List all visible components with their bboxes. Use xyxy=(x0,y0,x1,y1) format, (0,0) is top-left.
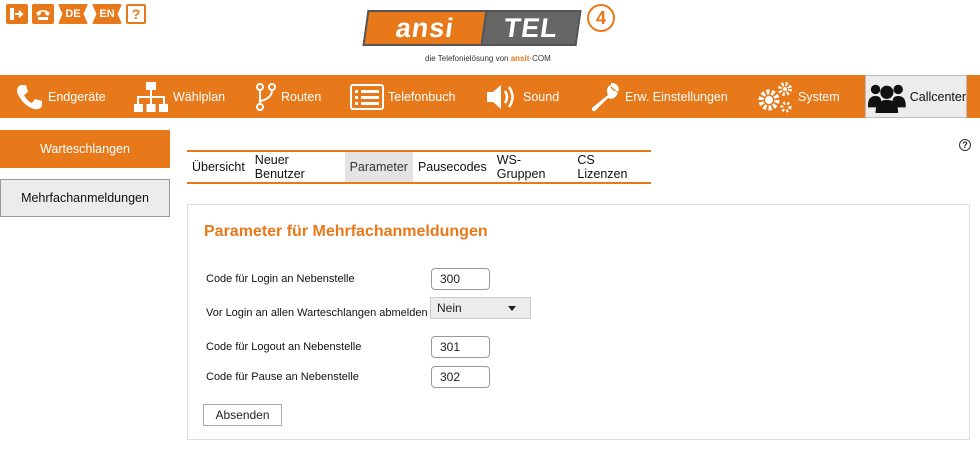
tab-neuer-benutzer[interactable]: Neuer Benutzer xyxy=(250,152,345,182)
main-navigation: Endgeräte Wählplan Routen Telefonbuch So… xyxy=(0,75,980,118)
ansitel-logo: ansi TEL 4 die Telefonielösung von ansit… xyxy=(362,4,615,63)
help-icon[interactable]: ? xyxy=(126,4,146,24)
list-icon xyxy=(350,83,384,110)
tab-pausecodes[interactable]: Pausecodes xyxy=(413,152,492,182)
logo-part2: TEL xyxy=(480,10,582,46)
logout-code-input[interactable]: 301 xyxy=(431,336,490,358)
hangup-icon[interactable] xyxy=(32,4,54,24)
logo-version: 4 xyxy=(587,4,615,32)
nav-callcenter[interactable]: Callcenter xyxy=(865,75,967,118)
nav-telefonbuch[interactable]: Telefonbuch xyxy=(350,75,455,118)
route-icon xyxy=(256,82,276,111)
logout-code-label: Code für Logout an Nebenstelle xyxy=(206,341,362,353)
nav-sound[interactable]: Sound xyxy=(485,75,559,118)
page-help-icon[interactable]: ? xyxy=(959,139,971,151)
logout-all-value: Nein xyxy=(437,301,462,315)
logout-all-select[interactable]: Nein xyxy=(430,297,531,319)
pause-code-label: Code für Pause an Nebenstelle xyxy=(206,371,359,383)
panel-title: Parameter für Mehrfachanmeldungen xyxy=(204,223,488,240)
tab-ws-gruppen[interactable]: WS-Gruppen xyxy=(492,152,573,182)
sidebar-item-warteschlangen[interactable]: Warteschlangen xyxy=(0,130,170,168)
logout-all-label: Vor Login an allen Warteschlangen abmeld… xyxy=(206,307,428,319)
nav-label: Erw. Einstellungen xyxy=(625,89,728,104)
speaker-icon xyxy=(487,84,514,109)
parameter-panel: Parameter für Mehrfachanmeldungen Code f… xyxy=(187,204,970,440)
logo-subtitle-brand: ansit xyxy=(510,54,530,63)
top-left-toolbar: DE EN ? xyxy=(6,4,146,24)
lang-en-button[interactable]: EN xyxy=(92,4,122,24)
login-code-label: Code für Login an Nebenstelle xyxy=(206,273,355,285)
nav-label: Routen xyxy=(281,89,322,104)
tab-bar: Übersicht Neuer Benutzer Parameter Pause… xyxy=(187,150,651,184)
nav-label: System xyxy=(798,89,840,104)
nav-routen[interactable]: Routen xyxy=(255,75,321,118)
tab-cs-lizenzen[interactable]: CS Lizenzen xyxy=(572,152,651,182)
nav-label: Sound xyxy=(523,89,560,104)
submit-button[interactable]: Absenden xyxy=(203,404,282,426)
hierarchy-icon xyxy=(134,81,168,112)
nav-endgeraete[interactable]: Endgeräte xyxy=(14,75,106,118)
logout-icon[interactable] xyxy=(6,4,28,24)
nav-label: Wählplan xyxy=(173,89,226,104)
chevron-down-icon xyxy=(508,306,516,311)
logo-subtitle-prefix: die Telefonielösung von xyxy=(425,54,509,63)
nav-label: Telefonbuch xyxy=(388,89,456,104)
logo-subtitle-suffix: COM xyxy=(532,54,551,63)
nav-system[interactable]: System xyxy=(756,75,840,118)
phone-icon xyxy=(17,84,42,109)
lang-de-button[interactable]: DE xyxy=(58,4,88,24)
sidebar-item-mehrfachanmeldungen[interactable]: Mehrfachanmeldungen xyxy=(0,179,170,217)
wrench-icon xyxy=(592,82,619,111)
logo-subtitle: die Telefonielösung von ansit·COM xyxy=(425,54,551,63)
tab-uebersicht[interactable]: Übersicht xyxy=(187,152,250,182)
gears-icon xyxy=(758,81,792,112)
nav-label: Callcenter xyxy=(909,89,966,104)
login-code-input[interactable]: 300 xyxy=(431,268,490,290)
nav-erw-einstellungen[interactable]: Erw. Einstellungen xyxy=(589,75,728,118)
nav-label: Endgeräte xyxy=(48,89,106,104)
pause-code-input[interactable]: 302 xyxy=(431,366,490,388)
tab-parameter[interactable]: Parameter xyxy=(344,152,413,182)
nav-waehlplan[interactable]: Wählplan xyxy=(133,75,225,118)
logo-part1: ansi xyxy=(362,10,488,46)
users-icon xyxy=(868,84,906,113)
